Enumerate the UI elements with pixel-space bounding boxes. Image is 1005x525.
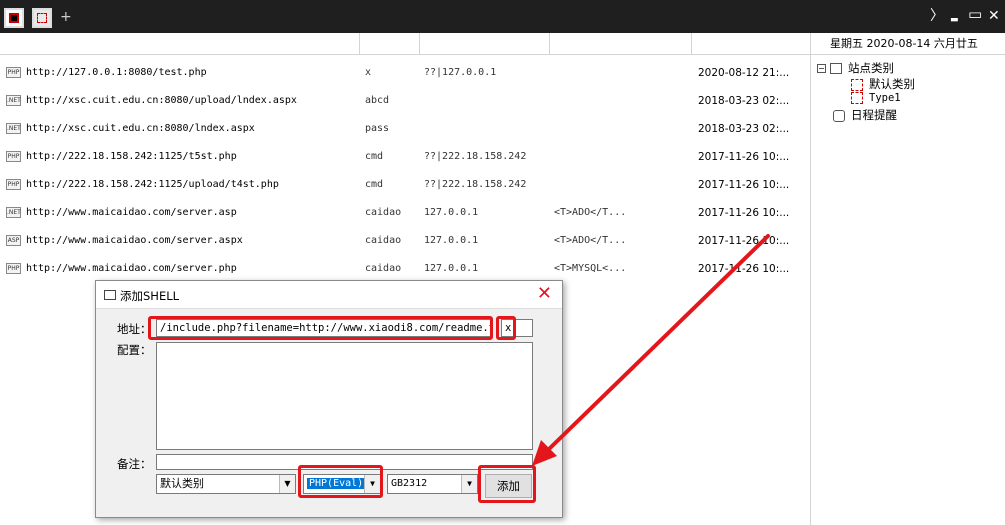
encoding-select[interactable]: GB2312 ▼	[387, 474, 478, 494]
php-file-icon: PHP	[6, 67, 21, 78]
row-ip: 127.0.0.1	[424, 207, 479, 218]
list-item[interactable]: PHP http://222.18.158.242:1125/t5st.php …	[0, 143, 810, 171]
row-url: http://127.0.0.1:8080/test.php	[26, 67, 207, 78]
tree-node-label: 站点类别	[848, 61, 894, 75]
tree-node-label: 日程提醒	[851, 108, 897, 122]
collapse-toggle-icon[interactable]: −	[817, 64, 826, 73]
column-header-time[interactable]	[692, 33, 810, 55]
row-time: 2017-11-26 10:...	[698, 151, 790, 163]
tree-node-site-category[interactable]: − 站点类别	[817, 60, 894, 76]
chevron-down-icon: ▼	[279, 475, 295, 493]
tree-node-schedule-reminder[interactable]: 日程提醒	[833, 107, 897, 123]
category-icon	[851, 92, 863, 104]
minimize-icon[interactable]: ▬	[950, 13, 959, 27]
folder-icon	[830, 63, 842, 74]
asp-file-icon: ASP	[6, 235, 21, 246]
row-time: 2017-11-26 10:...	[698, 179, 790, 191]
row-url: http://www.maicaidao.com/server.asp	[26, 207, 237, 218]
row-ip: ??|127.0.0.1	[424, 67, 497, 78]
chevron-down-icon: ▼	[461, 475, 477, 493]
list-item[interactable]: .NET http://xsc.cuit.edu.cn:8080/lndex.a…	[0, 115, 810, 143]
right-panel: 星期五 2020-08-14 六月廿五 − 站点类别 默认类别 Type1 日程提…	[810, 33, 1005, 525]
php-file-icon: PHP	[6, 151, 21, 162]
dialog-title: 添加SHELL	[120, 289, 180, 303]
list-item[interactable]: .NET http://www.maicaidao.com/server.asp…	[0, 199, 810, 227]
category-select-value: 默认类别	[160, 477, 204, 490]
tab-shell-list[interactable]	[4, 8, 24, 28]
row-url: http://www.maicaidao.com/server.aspx	[26, 235, 243, 246]
column-header-password[interactable]	[360, 33, 420, 55]
tab-bar: + 〉 ▬ ▭ ✕	[0, 0, 1005, 33]
net-file-icon: .NET	[6, 95, 21, 106]
address-label: 地址：	[117, 322, 152, 336]
list-item[interactable]: PHP http://127.0.0.1:8080/test.php x ??|…	[0, 59, 810, 87]
category-icon	[851, 78, 863, 91]
script-type-highlight	[298, 465, 383, 498]
row-ip: 127.0.0.1	[424, 263, 479, 274]
add-button-highlight	[478, 465, 536, 503]
row-note: <T>ADO</T...	[554, 235, 627, 246]
column-header-url[interactable]	[0, 33, 360, 55]
remark-label: 备注：	[117, 457, 152, 471]
column-header-note[interactable]	[550, 33, 692, 55]
category-select[interactable]: 默认类别 ▼	[156, 474, 296, 494]
tree-node-type1[interactable]: Type1	[851, 92, 901, 104]
row-password: cmd	[365, 179, 384, 190]
row-ip: ??|222.18.158.242	[424, 179, 527, 190]
row-time: 2017-11-26 10:...	[698, 207, 790, 219]
php-file-icon: PHP	[6, 263, 21, 274]
row-password: abcd	[365, 95, 390, 106]
row-time: 2020-08-12 21:...	[698, 67, 790, 79]
php-file-icon: PHP	[6, 179, 21, 190]
address-highlight	[148, 316, 493, 340]
config-label: 配置：	[117, 343, 152, 357]
date-display: 星期五 2020-08-14 六月廿五	[811, 33, 1005, 55]
tab-second[interactable]	[32, 8, 52, 28]
row-time: 2017-11-26 10:...	[698, 263, 790, 275]
net-file-icon: .NET	[6, 123, 21, 134]
window-icon	[104, 290, 116, 300]
encoding-select-value: GB2312	[391, 478, 428, 489]
password-highlight	[496, 316, 516, 340]
row-url: http://xsc.cuit.edu.cn:8080/upload/lndex…	[26, 95, 297, 106]
row-url: http://www.maicaidao.com/server.php	[26, 263, 237, 274]
close-icon[interactable]: ✕	[988, 9, 1000, 23]
list-item[interactable]: .NET http://xsc.cuit.edu.cn:8080/upload/…	[0, 87, 810, 115]
row-password: caidao	[365, 207, 402, 218]
row-url: http://222.18.158.242:1125/upload/t4st.p…	[26, 179, 279, 190]
config-textarea[interactable]	[156, 342, 533, 450]
row-url: http://xsc.cuit.edu.cn:8080/lndex.aspx	[26, 123, 255, 134]
list-item[interactable]: ASP http://www.maicaidao.com/server.aspx…	[0, 227, 810, 255]
tab-icon	[37, 13, 47, 23]
row-ip: ??|222.18.158.242	[424, 151, 527, 162]
net-file-icon: .NET	[6, 207, 21, 218]
tree-node-label: 默认类别	[869, 77, 915, 91]
row-time: 2018-03-23 02:...	[698, 95, 790, 107]
row-password: x	[365, 67, 372, 78]
row-time: 2018-03-23 02:...	[698, 123, 790, 135]
row-password: caidao	[365, 263, 402, 274]
tab-icon	[9, 13, 19, 23]
calendar-icon	[833, 109, 845, 122]
list-item[interactable]: PHP http://www.maicaidao.com/server.php …	[0, 255, 810, 283]
list-item[interactable]: PHP http://222.18.158.242:1125/upload/t4…	[0, 171, 810, 199]
row-password: cmd	[365, 151, 384, 162]
chevron-right-icon[interactable]: 〉	[930, 9, 944, 23]
row-note: <T>ADO</T...	[554, 207, 627, 218]
row-ip: 127.0.0.1	[424, 235, 479, 246]
add-tab-button[interactable]: +	[60, 10, 72, 24]
close-icon[interactable]: ✕	[537, 284, 552, 304]
maximize-icon[interactable]: ▭	[968, 7, 982, 22]
row-password: caidao	[365, 235, 402, 246]
row-note: <T>MYSQL<...	[554, 263, 627, 274]
row-password: pass	[365, 123, 390, 134]
dialog-titlebar[interactable]: 添加SHELL ✕	[96, 281, 562, 309]
tree-node-default-category[interactable]: 默认类别	[851, 76, 915, 92]
tree-node-label: Type1	[869, 92, 901, 104]
row-url: http://222.18.158.242:1125/t5st.php	[26, 151, 237, 162]
row-time: 2017-11-26 10:...	[698, 235, 790, 247]
list-header	[0, 33, 810, 55]
column-header-ip[interactable]	[420, 33, 550, 55]
